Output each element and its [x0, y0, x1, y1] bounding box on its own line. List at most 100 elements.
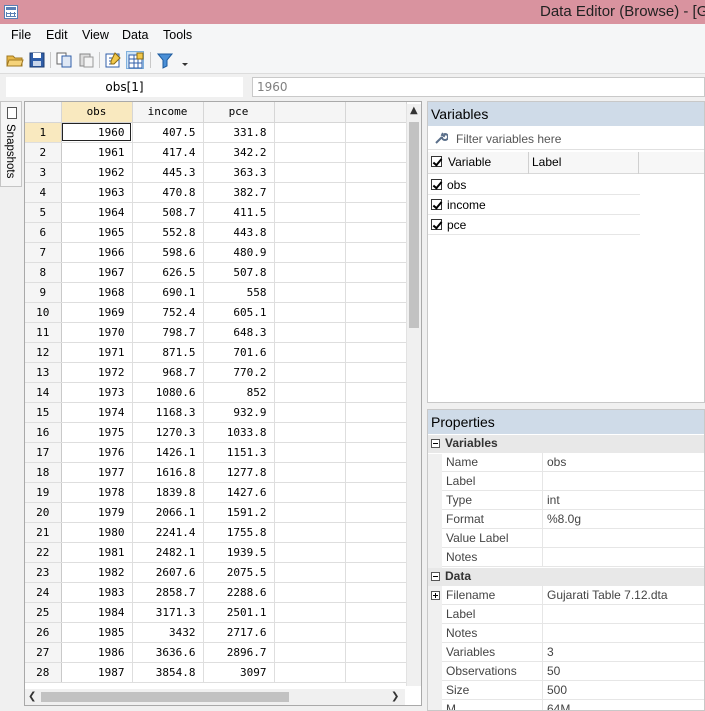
cell-income[interactable]: 1080.6 — [132, 382, 204, 403]
menu-file[interactable]: File — [11, 28, 31, 42]
variable-row[interactable]: pce — [428, 215, 640, 235]
cell-obs[interactable]: 1979 — [61, 502, 133, 523]
variable-row[interactable]: obs — [428, 175, 640, 195]
cell-income[interactable]: 690.1 — [132, 282, 204, 303]
table-row[interactable]: 2 1961 417.4 342.2 — [25, 142, 407, 163]
empty-cell[interactable] — [274, 262, 346, 283]
row-number[interactable]: 17 — [25, 442, 62, 463]
cell-pce[interactable]: 1939.5 — [203, 542, 275, 563]
row-number[interactable]: 28 — [25, 662, 62, 683]
row-number[interactable]: 25 — [25, 602, 62, 623]
property-row[interactable]: Label — [442, 605, 704, 624]
cell-income[interactable]: 1839.8 — [132, 482, 204, 503]
property-row[interactable]: Name obs — [442, 453, 704, 472]
cell-obs[interactable]: 1978 — [61, 482, 133, 503]
table-row[interactable]: 1 1960 407.5 331.8 — [25, 122, 407, 143]
cell-pce[interactable]: 480.9 — [203, 242, 275, 263]
table-row[interactable]: 18 1977 1616.8 1277.8 — [25, 462, 407, 483]
collapse-icon[interactable] — [431, 439, 440, 448]
cell-pce[interactable]: 2501.1 — [203, 602, 275, 623]
empty-cell[interactable] — [274, 162, 346, 183]
empty-cell[interactable] — [274, 362, 346, 383]
cell-income[interactable]: 417.4 — [132, 142, 204, 163]
empty-cell[interactable] — [345, 262, 407, 283]
row-number[interactable]: 2 — [25, 142, 62, 163]
table-row[interactable]: 4 1963 470.8 382.7 — [25, 182, 407, 203]
cell-obs[interactable]: 1987 — [61, 662, 133, 683]
paste-icon[interactable] — [77, 51, 95, 69]
variable-checkbox[interactable] — [431, 199, 442, 210]
cell-pce[interactable]: 2075.5 — [203, 562, 275, 583]
table-row[interactable]: 10 1969 752.4 605.1 — [25, 302, 407, 323]
variable-checkbox[interactable] — [431, 179, 442, 190]
property-row[interactable]: Filename Gujarati Table 7.12.dta — [431, 586, 704, 605]
empty-cell[interactable] — [345, 342, 407, 363]
edit-data-icon[interactable] — [104, 51, 122, 69]
expand-icon[interactable] — [431, 591, 440, 600]
scroll-left-icon[interactable]: ❮ — [28, 690, 36, 704]
cell-pce[interactable]: 342.2 — [203, 142, 275, 163]
cell-income[interactable]: 2241.4 — [132, 522, 204, 543]
cell-obs[interactable]: 1985 — [61, 622, 133, 643]
cell-income[interactable]: 407.5 — [132, 122, 204, 143]
cell-obs[interactable]: 1962 — [61, 162, 133, 183]
property-row[interactable]: Type int — [442, 491, 704, 510]
cell-obs[interactable]: 1971 — [61, 342, 133, 363]
cell-pce[interactable]: 2896.7 — [203, 642, 275, 663]
empty-cell[interactable] — [345, 382, 407, 403]
cell-obs[interactable]: 1964 — [61, 202, 133, 223]
cell-pce[interactable]: 605.1 — [203, 302, 275, 323]
empty-cell[interactable] — [274, 382, 346, 403]
property-row[interactable]: Notes — [442, 624, 704, 643]
empty-cell[interactable] — [345, 522, 407, 543]
cell-income[interactable]: 3636.6 — [132, 642, 204, 663]
cell-pce[interactable]: 932.9 — [203, 402, 275, 423]
cell-income[interactable]: 508.7 — [132, 202, 204, 223]
cell-obs[interactable]: 1960 — [61, 122, 133, 143]
cell-obs[interactable]: 1984 — [61, 602, 133, 623]
cell-income[interactable]: 871.5 — [132, 342, 204, 363]
empty-cell[interactable] — [345, 442, 407, 463]
property-row[interactable]: Observations 50 — [442, 662, 704, 681]
cell-obs[interactable]: 1967 — [61, 262, 133, 283]
row-number[interactable]: 16 — [25, 422, 62, 443]
cell-obs[interactable]: 1973 — [61, 382, 133, 403]
empty-cell[interactable] — [345, 542, 407, 563]
empty-cell[interactable] — [274, 602, 346, 623]
empty-cell[interactable] — [274, 522, 346, 543]
row-number[interactable]: 1 — [25, 122, 62, 143]
row-number[interactable]: 26 — [25, 622, 62, 643]
cell-pce[interactable]: 1277.8 — [203, 462, 275, 483]
table-row[interactable]: 27 1986 3636.6 2896.7 — [25, 642, 407, 663]
cell-pce[interactable]: 411.5 — [203, 202, 275, 223]
variable-row[interactable]: income — [428, 195, 640, 215]
row-number[interactable]: 22 — [25, 542, 62, 563]
scroll-up-icon[interactable]: ▲ — [410, 104, 418, 118]
empty-cell[interactable] — [345, 242, 407, 263]
empty-cell[interactable] — [345, 422, 407, 443]
property-row[interactable]: Format %8.0g — [442, 510, 704, 529]
data-grid[interactable]: obs income pce 1 1960 407.5 331.8 2 1961 417.4… — [24, 101, 422, 706]
table-row[interactable]: 8 1967 626.5 507.8 — [25, 262, 407, 283]
row-number[interactable]: 4 — [25, 182, 62, 203]
empty-cell[interactable] — [274, 282, 346, 303]
cell-obs[interactable]: 1981 — [61, 542, 133, 563]
table-row[interactable]: 19 1978 1839.8 1427.6 — [25, 482, 407, 503]
cell-obs[interactable]: 1982 — [61, 562, 133, 583]
empty-cell[interactable] — [345, 402, 407, 423]
save-icon[interactable] — [28, 51, 46, 69]
cell-income[interactable]: 626.5 — [132, 262, 204, 283]
empty-cell[interactable] — [345, 482, 407, 503]
table-row[interactable]: 20 1979 2066.1 1591.2 — [25, 502, 407, 523]
variable-filter[interactable]: Filter variables here — [428, 128, 704, 150]
cell-obs[interactable]: 1969 — [61, 302, 133, 323]
cell-obs[interactable]: 1970 — [61, 322, 133, 343]
empty-cell[interactable] — [274, 542, 346, 563]
empty-cell[interactable] — [274, 322, 346, 343]
properties-section-data[interactable]: Data — [428, 568, 704, 586]
vertical-scroll-thumb[interactable] — [409, 122, 419, 328]
table-row[interactable]: 25 1984 3171.3 2501.1 — [25, 602, 407, 623]
app-grid-icon[interactable] — [4, 5, 18, 19]
filter-icon[interactable] — [156, 51, 174, 69]
property-row[interactable]: M 64M — [442, 700, 704, 710]
